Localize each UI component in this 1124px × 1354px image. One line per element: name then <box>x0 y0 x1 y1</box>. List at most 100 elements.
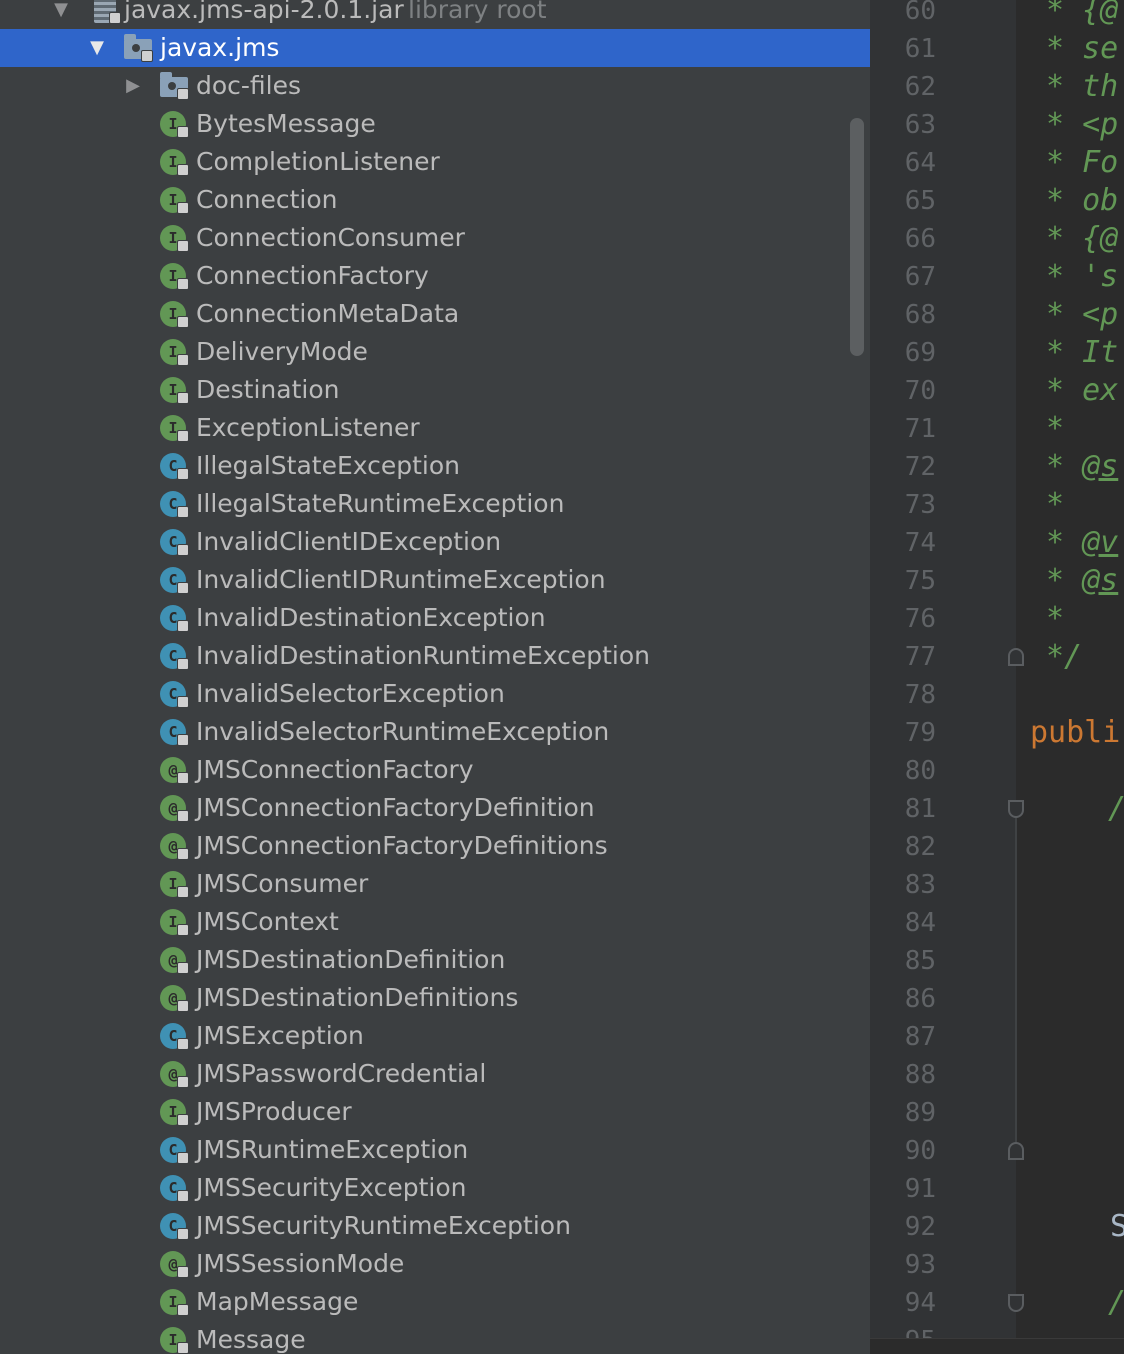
tree-item-label: JMSConnectionFactory <box>196 755 474 784</box>
tree-item[interactable]: I JMSContext <box>0 903 870 941</box>
line-number: 86 <box>904 984 936 1014</box>
code-line: * th <box>1046 69 1119 104</box>
annotation-icon: @ <box>160 833 189 860</box>
code-line: * It <box>1046 335 1119 370</box>
interface-icon: I <box>160 149 189 176</box>
fold-guide <box>1015 818 1017 1142</box>
expand-arrow-icon[interactable]: ▼ <box>86 29 108 67</box>
tree-item-label: Message <box>196 1325 306 1354</box>
code-line: * {@ <box>1046 0 1119 28</box>
class-icon: C <box>160 491 189 518</box>
line-number: 66 <box>904 224 936 254</box>
collapse-arrow-icon[interactable]: ▶ <box>122 67 144 105</box>
line-number: 80 <box>904 756 936 786</box>
tree-item-label: IllegalStateException <box>196 451 460 480</box>
folder-name: doc-files <box>196 71 302 100</box>
tree-item-label: JMSSecurityException <box>196 1173 467 1202</box>
tree-item-label: JMSPasswordCredential <box>196 1059 487 1088</box>
tree-item-label: JMSDestinationDefinitions <box>196 983 519 1012</box>
tree-row-jar[interactable]: ▼ javax.jms-api-2.0.1.jar library root <box>0 0 870 29</box>
lock-icon <box>177 1190 189 1202</box>
code-editor[interactable]: 60 61 62 63 64 65 66 67 68 69 70 71 72 73 74 75 76 77 78 79… <box>870 0 1124 1354</box>
tree-item[interactable]: @ JMSPasswordCredential <box>0 1055 870 1093</box>
lock-icon <box>177 278 189 290</box>
package-name: javax.jms <box>160 33 280 62</box>
project-tree: ▼ javax.jms-api-2.0.1.jar library root ▼… <box>0 0 870 1354</box>
tree-item[interactable]: C JMSSecurityException <box>0 1169 870 1207</box>
line-number: 61 <box>904 34 936 64</box>
tree-item[interactable]: I Connection <box>0 181 870 219</box>
tree-item[interactable]: @ JMSSessionMode <box>0 1245 870 1283</box>
line-number: 63 <box>904 110 936 140</box>
editor-horizontal-scrollbar[interactable] <box>870 1338 1124 1354</box>
line-number: 88 <box>904 1060 936 1090</box>
interface-icon: I <box>160 111 189 138</box>
lock-icon <box>177 506 189 518</box>
tree-item[interactable]: @ JMSConnectionFactoryDefinition <box>0 789 870 827</box>
tree-item[interactable]: C InvalidDestinationException <box>0 599 870 637</box>
class-icon: C <box>160 605 189 632</box>
tree-item[interactable]: C IllegalStateRuntimeException <box>0 485 870 523</box>
tree-item[interactable]: C InvalidSelectorException <box>0 675 870 713</box>
tree-item[interactable]: @ JMSConnectionFactory <box>0 751 870 789</box>
lock-icon <box>177 582 189 594</box>
jar-icon <box>92 0 121 24</box>
fold-marker-icon[interactable] <box>1008 800 1024 818</box>
tree-item[interactable]: I ConnectionConsumer <box>0 219 870 257</box>
tree-item-label: ConnectionFactory <box>196 261 429 290</box>
tree-item[interactable]: I JMSProducer <box>0 1093 870 1131</box>
tree-item[interactable]: C JMSRuntimeException <box>0 1131 870 1169</box>
tree-scrollbar[interactable] <box>850 118 864 356</box>
lock-icon <box>177 620 189 632</box>
tree-item[interactable]: I BytesMessage <box>0 105 870 143</box>
tree-item[interactable]: C InvalidClientIDException <box>0 523 870 561</box>
line-number: 90 <box>904 1136 936 1166</box>
interface-icon: I <box>160 263 189 290</box>
tree-item[interactable]: C IllegalStateException <box>0 447 870 485</box>
tree-item[interactable]: @ JMSDestinationDefinition <box>0 941 870 979</box>
line-number: 72 <box>904 452 936 482</box>
tree-item[interactable]: C InvalidDestinationRuntimeException <box>0 637 870 675</box>
tree-row-folder[interactable]: ▶ doc-files <box>0 67 870 105</box>
tree-item[interactable]: I ExceptionListener <box>0 409 870 447</box>
tree-item[interactable]: I Destination <box>0 371 870 409</box>
line-number: 81 <box>904 794 936 824</box>
tree-item[interactable]: C InvalidClientIDRuntimeException <box>0 561 870 599</box>
line-number: 73 <box>904 490 936 520</box>
tree-item[interactable]: I Message <box>0 1321 870 1354</box>
lock-icon <box>177 164 189 176</box>
tree-item[interactable]: C JMSException <box>0 1017 870 1055</box>
line-number: 94 <box>904 1288 936 1318</box>
lock-icon <box>177 316 189 328</box>
tree-item[interactable]: I JMSConsumer <box>0 865 870 903</box>
editor-gutter: 60 61 62 63 64 65 66 67 68 69 70 71 72 73 74 75 76 77 78 79… <box>870 0 1024 1354</box>
tree-item[interactable]: C JMSSecurityRuntimeException <box>0 1207 870 1245</box>
tree-item[interactable]: C InvalidSelectorRuntimeException <box>0 713 870 751</box>
code-line: publi <box>1030 715 1121 750</box>
fold-marker-icon[interactable] <box>1008 1294 1024 1312</box>
class-icon: C <box>160 1175 189 1202</box>
interface-icon: I <box>160 1327 189 1354</box>
tree-item[interactable]: I MapMessage <box>0 1283 870 1321</box>
tree-item-label: DeliveryMode <box>196 337 368 366</box>
tree-item-label: InvalidDestinationRuntimeException <box>196 641 651 670</box>
lock-icon <box>177 734 189 746</box>
tree-item[interactable]: @ JMSConnectionFactoryDefinitions <box>0 827 870 865</box>
line-number: 85 <box>904 946 936 976</box>
line-number: 83 <box>904 870 936 900</box>
code-line: * @v <box>1046 525 1119 560</box>
expand-arrow-icon[interactable]: ▼ <box>50 0 72 29</box>
tree-item-label: InvalidClientIDRuntimeException <box>196 565 606 594</box>
tree-item[interactable]: I CompletionListener <box>0 143 870 181</box>
fold-marker-icon[interactable] <box>1008 1142 1024 1160</box>
tree-item[interactable]: I ConnectionMetaData <box>0 295 870 333</box>
tree-item-label: JMSConsumer <box>196 869 369 898</box>
tree-item[interactable]: I DeliveryMode <box>0 333 870 371</box>
line-number: 60 <box>904 0 936 26</box>
tree-item-label: JMSException <box>196 1021 364 1050</box>
fold-marker-icon[interactable] <box>1008 648 1024 666</box>
tree-item-label: Destination <box>196 375 340 404</box>
tree-row-package[interactable]: ▼ javax.jms <box>0 29 870 67</box>
tree-item[interactable]: @ JMSDestinationDefinitions <box>0 979 870 1017</box>
tree-item[interactable]: I ConnectionFactory <box>0 257 870 295</box>
